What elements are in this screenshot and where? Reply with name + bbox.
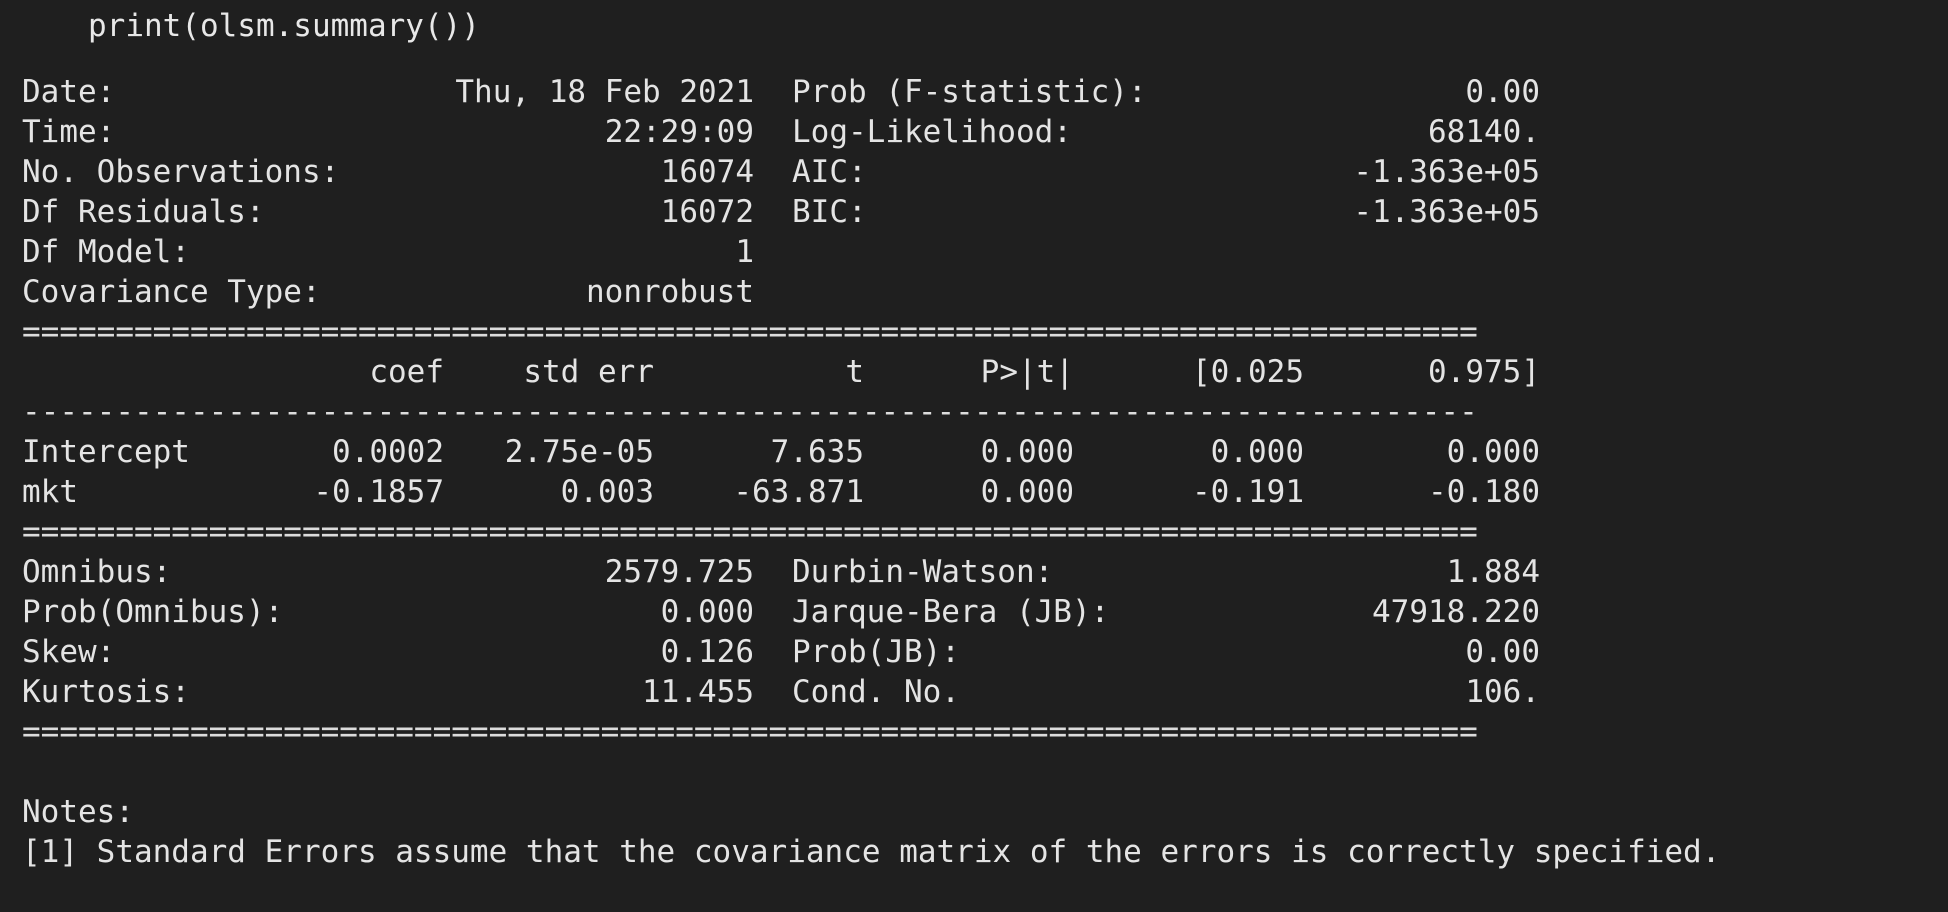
stat-label: Prob(Omnibus): <box>22 594 284 630</box>
stat-label: Kurtosis: <box>22 674 190 710</box>
cell-std-err: 0.003 <box>560 474 654 510</box>
stat-value-2: 0.00 <box>1465 74 1540 110</box>
stat-value: 0.000 <box>660 594 754 630</box>
notes-title: Notes: <box>22 794 134 830</box>
stat-row: Date: Thu, 18 Feb 2021 Prob (F-statistic… <box>22 72 1922 112</box>
stat-value-2: 47918.220 <box>1372 594 1540 630</box>
stat-row: Skew: 0.126 Prob(JB): 0.00 <box>22 632 1922 672</box>
cell-coef: -0.1857 <box>313 474 444 510</box>
stat-label-2: BIC: <box>792 194 867 230</box>
separator-double: ========================================… <box>22 314 1478 350</box>
stat-label: Time: <box>22 114 116 150</box>
notes-line: [1] Standard Errors assume that the cova… <box>22 834 1721 870</box>
stat-value: Thu, 18 Feb 2021 <box>455 74 754 110</box>
stat-value-2: -1.363e+05 <box>1353 194 1540 230</box>
stat-label-2: Durbin-Watson: <box>792 554 1054 590</box>
row-name: mkt <box>22 474 78 510</box>
stat-label: Covariance Type: <box>22 274 321 310</box>
stat-label: No. Observations: <box>22 154 340 190</box>
stat-row: Covariance Type: nonrobust <box>22 272 1922 312</box>
col-header-p-value: P>|t| <box>980 354 1074 390</box>
stat-value: 16074 <box>660 154 754 190</box>
stat-row: Df Residuals: 16072 BIC: -1.363e+05 <box>22 192 1922 232</box>
row-name: Intercept <box>22 434 190 470</box>
stat-row: Df Model: 1 <box>22 232 1922 272</box>
stat-value: 0.126 <box>660 634 754 670</box>
bottom-stats-block: Omnibus: 2579.725 Durbin-Watson: 1.884 P… <box>22 552 1922 712</box>
stat-label: Df Model: <box>22 234 190 270</box>
stat-label: Df Residuals: <box>22 194 265 230</box>
col-header-ci-low: [0.025 <box>1192 354 1304 390</box>
table-row: mkt -0.1857 0.003 -63.871 0.000 -0.191 -… <box>22 472 1922 512</box>
col-header-ci-high: 0.975] <box>1428 354 1540 390</box>
stat-value: 22:29:09 <box>604 114 754 150</box>
table-row: Intercept 0.0002 2.75e-05 7.635 0.000 0.… <box>22 432 1922 472</box>
cell-ci-low: -0.191 <box>1192 474 1304 510</box>
stat-label-2: AIC: <box>792 154 867 190</box>
stat-label: Omnibus: <box>22 554 172 590</box>
col-header-t: t <box>845 354 864 390</box>
stat-row: Prob(Omnibus): 0.000 Jarque-Bera (JB): 4… <box>22 592 1922 632</box>
stat-value-2: 68140. <box>1428 114 1540 150</box>
stat-value-2: 106. <box>1465 674 1540 710</box>
stat-label-2: Cond. No. <box>792 674 960 710</box>
cell-ci-low: 0.000 <box>1210 434 1304 470</box>
cell-t: -63.871 <box>733 474 864 510</box>
cell-std-err: 2.75e-05 <box>504 434 654 470</box>
code-input-line[interactable]: print(olsm.summary()) <box>88 6 480 46</box>
stat-value: 16072 <box>660 194 754 230</box>
cell-t: 7.635 <box>770 434 864 470</box>
col-header-coef: coef <box>369 354 444 390</box>
cell-coef: 0.0002 <box>332 434 444 470</box>
separator-double: ========================================… <box>22 514 1478 550</box>
stat-label-2: Log-Likelihood: <box>792 114 1072 150</box>
stat-row: Omnibus: 2579.725 Durbin-Watson: 1.884 <box>22 552 1922 592</box>
stat-value-2: 0.00 <box>1465 634 1540 670</box>
top-stats-block: Date: Thu, 18 Feb 2021 Prob (F-statistic… <box>22 72 1922 312</box>
cell-p-value: 0.000 <box>980 434 1074 470</box>
coef-table-header: coef std err t P>|t| [0.025 0.975] <box>22 352 1922 392</box>
col-header-std-err: std err <box>523 354 654 390</box>
stat-value-2: -1.363e+05 <box>1353 154 1540 190</box>
stat-label-2: Prob (F-statistic): <box>792 74 1147 110</box>
stat-value-2: 1.884 <box>1446 554 1540 590</box>
stat-value: 2579.725 <box>604 554 754 590</box>
stat-value: 11.455 <box>642 674 754 710</box>
separator-single: ----------------------------------------… <box>22 394 1478 430</box>
stat-row: No. Observations: 16074 AIC: -1.363e+05 <box>22 152 1922 192</box>
stat-label-2: Prob(JB): <box>792 634 960 670</box>
ols-summary-output: Date: Thu, 18 Feb 2021 Prob (F-statistic… <box>22 72 1922 872</box>
stat-label-2: Jarque-Bera (JB): <box>792 594 1110 630</box>
stat-label: Date: <box>22 74 116 110</box>
stat-row: Time: 22:29:09 Log-Likelihood: 68140. <box>22 112 1922 152</box>
stat-row: Kurtosis: 11.455 Cond. No. 106. <box>22 672 1922 712</box>
stat-value: nonrobust <box>586 274 754 310</box>
cell-p-value: 0.000 <box>980 474 1074 510</box>
cell-ci-high: 0.000 <box>1446 434 1540 470</box>
cell-ci-high: -0.180 <box>1428 474 1540 510</box>
separator-double: ========================================… <box>22 714 1478 750</box>
stat-label: Skew: <box>22 634 116 670</box>
stat-value: 1 <box>735 234 754 270</box>
